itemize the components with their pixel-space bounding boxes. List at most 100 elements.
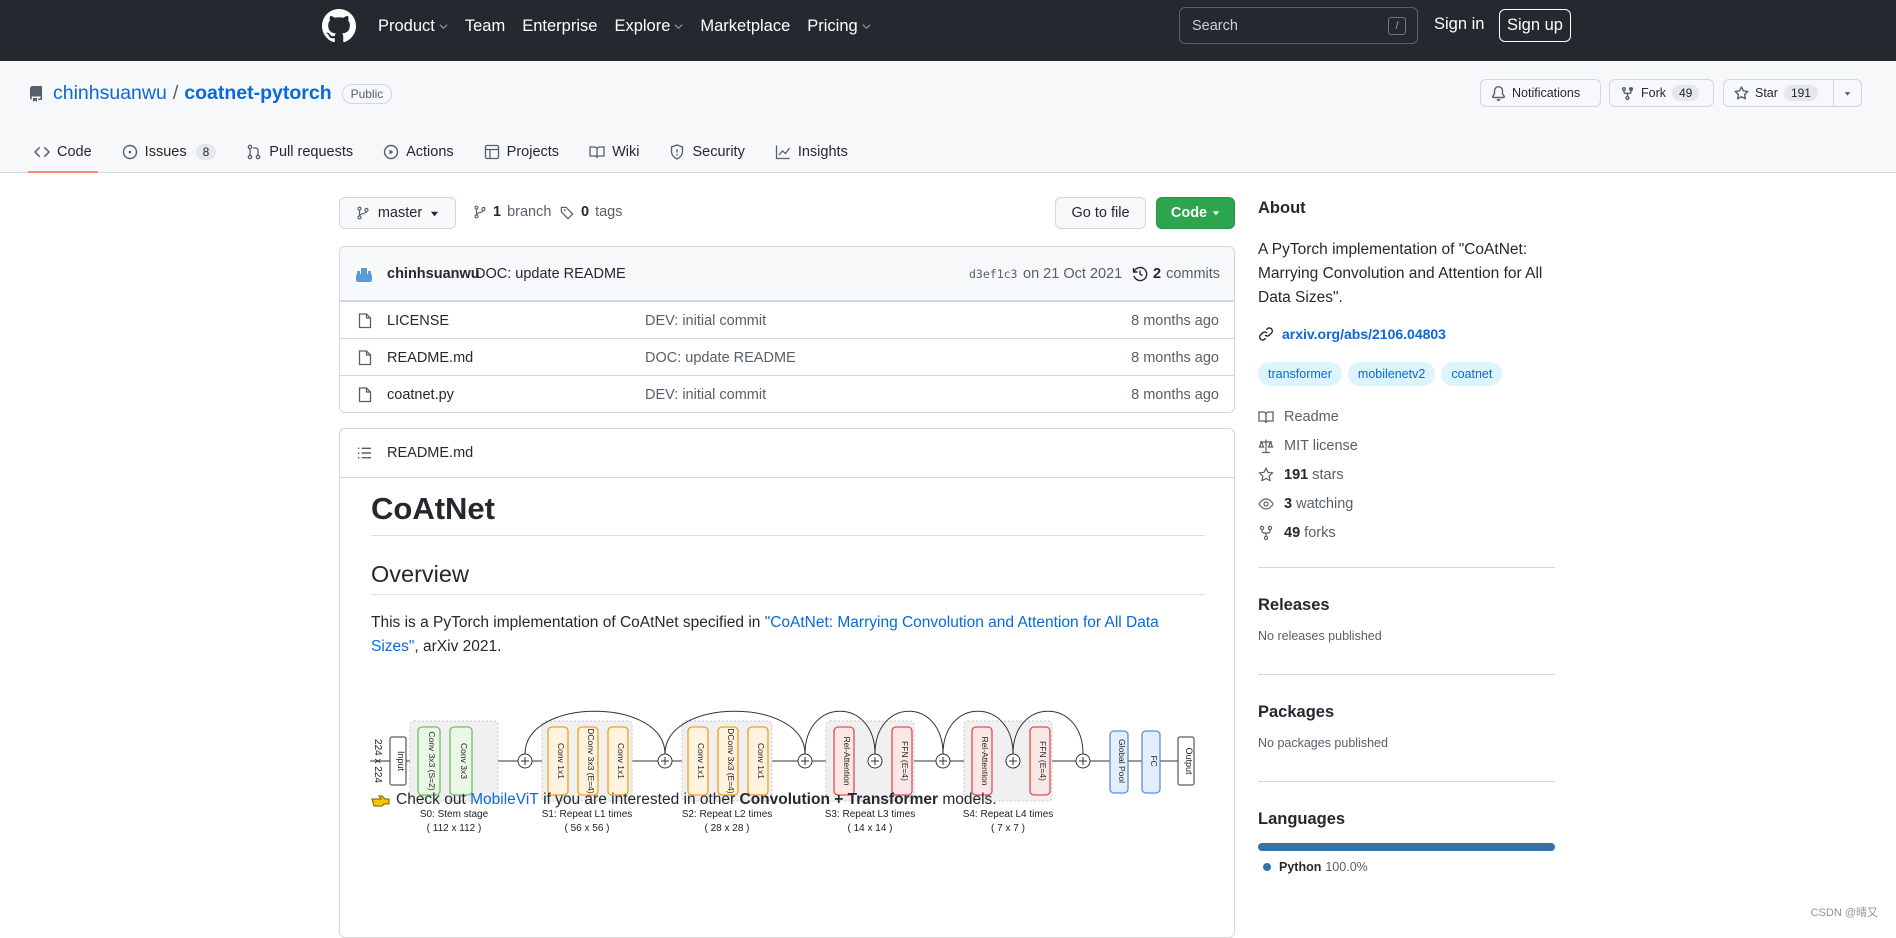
language-name: Python [1279, 860, 1322, 874]
repo-owner-link[interactable]: chinhsuanwu [53, 82, 167, 105]
search-input[interactable]: Search / [1179, 7, 1418, 44]
file-name-link[interactable]: README.md [387, 350, 473, 366]
commit-sha-link[interactable]: d3ef1c3 [969, 267, 1017, 281]
nav-product[interactable]: Product [378, 17, 448, 36]
watchers-label: watching [1296, 495, 1354, 512]
license-link[interactable]: MIT license [1258, 431, 1555, 460]
chevron-down-icon [1844, 91, 1851, 96]
forks-link[interactable]: 49 forks [1258, 518, 1555, 547]
tab-insights[interactable]: Insights [775, 131, 848, 173]
nav-marketplace[interactable]: Marketplace [700, 17, 790, 36]
branches-link[interactable]: 1 branch [473, 204, 551, 220]
file-name-link[interactable]: LICENSE [387, 313, 449, 329]
file-commit-message[interactable]: DEV: initial commit [645, 387, 766, 403]
list-icon[interactable] [357, 446, 372, 460]
tab-issues[interactable]: Issues 8 [122, 131, 217, 173]
watchers-link[interactable]: 3 watching [1258, 489, 1555, 518]
file-commit-message[interactable]: DOC: update README [645, 350, 796, 366]
file-icon [358, 350, 372, 366]
fork-icon [1259, 525, 1273, 540]
file-row[interactable]: README.md DOC: update README 8 months ag… [340, 338, 1234, 375]
diagram-block-label: Conv 1x1 [756, 743, 766, 779]
commits-history-link[interactable]: 2 commits [1132, 266, 1220, 282]
sign-in-link[interactable]: Sign in [1434, 15, 1484, 34]
star-button[interactable]: Star 191 [1723, 79, 1834, 107]
tag-icon [560, 206, 574, 219]
issue-icon [122, 144, 137, 160]
chevron-down-icon [862, 23, 871, 29]
readme-filename[interactable]: README.md [387, 445, 473, 461]
forks-label: forks [1304, 524, 1336, 541]
diagram-output-label: Output [1184, 747, 1194, 775]
mobilevit-link[interactable]: MobileViT [470, 791, 539, 809]
tab-pull-requests[interactable]: Pull requests [246, 131, 353, 173]
readme-link[interactable]: Readme [1258, 402, 1555, 431]
nav-pricing[interactable]: Pricing [807, 17, 871, 36]
commit-message-link[interactable]: DOC: update README [475, 266, 626, 282]
issues-count: 8 [195, 144, 217, 160]
chevron-down-icon [439, 23, 448, 29]
tab-wiki[interactable]: Wiki [589, 131, 639, 173]
chevron-down-icon [431, 211, 439, 216]
branch-name: master [377, 205, 423, 221]
nav-explore[interactable]: Explore [614, 17, 683, 36]
homepage-link[interactable]: arxiv.org/abs/2106.04803 [1258, 326, 1446, 342]
readme-link-label: Readme [1284, 408, 1339, 425]
diagram-block-label: Rel-Attention [980, 736, 990, 785]
input-size-label: 224 x 224 [372, 739, 383, 783]
branch-icon [357, 206, 369, 220]
sidebar-divider [1258, 567, 1555, 568]
go-to-file-button[interactable]: Go to file [1055, 197, 1146, 229]
nav-enterprise[interactable]: Enterprise [522, 17, 597, 36]
code-dropdown-button[interactable]: Code [1156, 197, 1235, 229]
about-description: A PyTorch implementation of "CoAtNet: Ma… [1258, 241, 1543, 306]
file-age: 8 months ago [1131, 387, 1219, 403]
language-item[interactable]: Python 100.0% [1258, 860, 1555, 874]
file-name-link[interactable]: coatnet.py [387, 387, 454, 403]
file-age: 8 months ago [1131, 350, 1219, 366]
watermark: CSDN @晴又 [1810, 907, 1878, 919]
code-button-label: Code [1170, 205, 1208, 221]
avatar[interactable] [353, 264, 375, 286]
file-row[interactable]: LICENSE DEV: initial commit 8 months ago [340, 301, 1234, 338]
tags-link[interactable]: 0 tags [560, 204, 623, 220]
file-icon [358, 387, 372, 403]
readme-title: CoAtNet [371, 491, 1205, 536]
nav-product-label: Product [378, 16, 435, 35]
github-logo-icon[interactable] [322, 9, 356, 43]
topic-tag[interactable]: mobilenetv2 [1347, 362, 1436, 386]
fork-icon [1621, 86, 1634, 100]
tab-actions[interactable]: Actions [383, 131, 454, 173]
stars-link[interactable]: 191 stars [1258, 460, 1555, 489]
releases-empty-text: No releases published [1258, 629, 1382, 643]
packages-heading[interactable]: Packages [1258, 703, 1388, 722]
homepage-link-text: arxiv.org/abs/2106.04803 [1282, 326, 1446, 342]
repo-name-link[interactable]: coatnet-pytorch [184, 82, 331, 105]
sign-up-button[interactable]: Sign up [1499, 9, 1571, 42]
branch-select-button[interactable]: master [339, 197, 456, 229]
notifications-button[interactable]: Notifications [1480, 79, 1601, 107]
tab-security-label: Security [692, 144, 745, 160]
code-icon [34, 146, 50, 158]
topic-tag[interactable]: transformer [1258, 362, 1342, 386]
readme-checkout: Check out MobileViT if you are intereste… [371, 791, 997, 809]
fork-button[interactable]: Fork 49 [1609, 79, 1714, 107]
diagram-block-label: FFN (E=4) [1038, 741, 1048, 781]
nav-team[interactable]: Team [465, 17, 505, 36]
diagram-block-label: Conv 1x1 [556, 743, 566, 779]
commit-date: on 21 Oct 2021 [1023, 266, 1123, 282]
header-nav: Product Team Enterprise Explore Marketpl… [378, 0, 888, 52]
tab-security[interactable]: Security [669, 131, 745, 173]
pull-request-icon [247, 144, 261, 160]
releases-heading[interactable]: Releases [1258, 596, 1382, 615]
tab-code[interactable]: Code [28, 131, 98, 173]
commit-author-link[interactable]: chinhsuanwu [387, 266, 480, 282]
topic-tag[interactable]: coatnet [1441, 362, 1503, 386]
file-commit-message[interactable]: DEV: initial commit [645, 313, 766, 329]
star-list-dropdown[interactable] [1833, 79, 1862, 107]
languages-heading: Languages [1258, 810, 1346, 828]
diagram-block-label: Conv 1x1 [616, 743, 626, 779]
stage-caption-size: ( 112 x 112 ) [427, 823, 482, 834]
file-row[interactable]: coatnet.py DEV: initial commit 8 months … [340, 375, 1234, 412]
tab-projects[interactable]: Projects [484, 131, 559, 173]
